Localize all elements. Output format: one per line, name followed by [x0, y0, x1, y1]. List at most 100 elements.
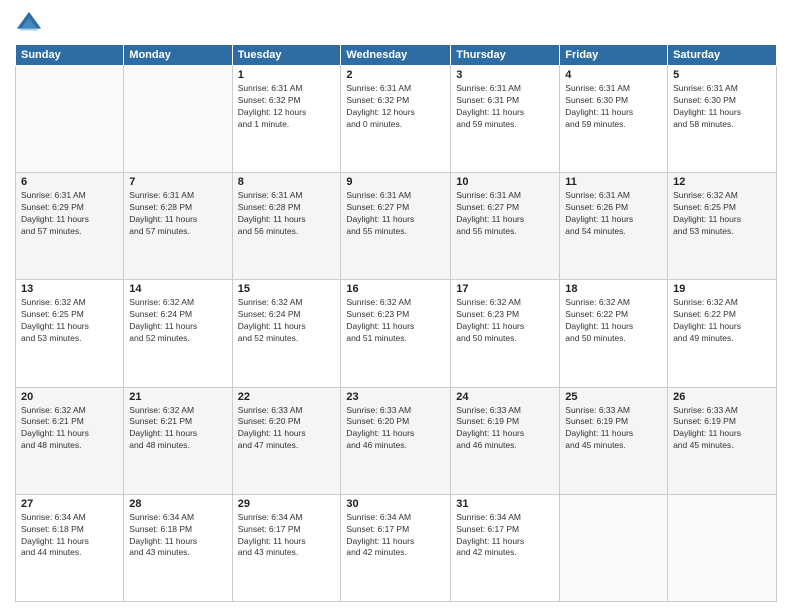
- day-info: Sunrise: 6:34 AM Sunset: 6:17 PM Dayligh…: [238, 512, 336, 560]
- day-number: 12: [673, 176, 771, 188]
- day-cell: 24Sunrise: 6:33 AM Sunset: 6:19 PM Dayli…: [451, 387, 560, 494]
- day-number: 9: [346, 176, 445, 188]
- day-number: 1: [238, 69, 336, 81]
- day-cell: 21 Sunrise: 6:32 AM Sunset: 6:21 PM Dayli…: [124, 387, 232, 494]
- day-info: Sunrise: 6:32 AM Sunset: 6:23 PM Dayligh…: [456, 297, 554, 345]
- day-cell: 14Sunrise: 6:32 AM Sunset: 6:24 PM Dayli…: [124, 280, 232, 387]
- day-info: Sunrise: 6:32 AM Sunset: 6:23 PM Dayligh…: [346, 297, 445, 345]
- day-info: Sunrise: 6:34 AM Sunset: 6:17 PM Dayligh…: [456, 512, 554, 560]
- day-number: 23: [346, 391, 445, 403]
- weekday-header-row: SundayMondayTuesdayWednesdayThursdayFrid…: [16, 45, 777, 66]
- day-cell: 7Sunrise: 6:31 AM Sunset: 6:28 PM Daylig…: [124, 173, 232, 280]
- day-cell: 16 Sunrise: 6:32 AM Sunset: 6:23 PM Dayli…: [341, 280, 451, 387]
- page: SundayMondayTuesdayWednesdayThursdayFrid…: [0, 0, 792, 612]
- week-row-2: 6Sunrise: 6:31 AM Sunset: 6:29 PM Daylig…: [16, 173, 777, 280]
- day-info: Sunrise: 6:33 AM Sunset: 6:19 PM Dayligh…: [565, 405, 662, 453]
- day-info: Sunrise: 6:33 AM Sunset: 6:19 PM Dayligh…: [673, 405, 771, 453]
- weekday-tuesday: Tuesday: [232, 45, 341, 66]
- day-number: 2: [346, 69, 445, 81]
- day-cell: 15 Sunrise: 6:32 AM Sunset: 6:24 PM Dayli…: [232, 280, 341, 387]
- day-info: Sunrise: 6:31 AM Sunset: 6:27 PM Dayligh…: [346, 190, 445, 238]
- day-info: Sunrise: 6:34 AM Sunset: 6:18 PM Dayligh…: [129, 512, 226, 560]
- weekday-thursday: Thursday: [451, 45, 560, 66]
- day-number: 30: [346, 498, 445, 510]
- weekday-saturday: Saturday: [668, 45, 777, 66]
- weekday-monday: Monday: [124, 45, 232, 66]
- day-number: 15: [238, 283, 336, 295]
- day-cell: 6Sunrise: 6:31 AM Sunset: 6:29 PM Daylig…: [16, 173, 124, 280]
- day-info: Sunrise: 6:31 AM Sunset: 6:32 PM Dayligh…: [346, 83, 445, 131]
- day-cell: 4 Sunrise: 6:31 AM Sunset: 6:30 PM Daylig…: [560, 66, 668, 173]
- day-cell: 26 Sunrise: 6:33 AM Sunset: 6:19 PM Dayli…: [668, 387, 777, 494]
- header: [15, 10, 777, 38]
- day-cell: 31 Sunrise: 6:34 AM Sunset: 6:17 PM Dayli…: [451, 494, 560, 601]
- day-number: 8: [238, 176, 336, 188]
- day-cell: 1 Sunrise: 6:31 AM Sunset: 6:32 PM Daylig…: [232, 66, 341, 173]
- day-cell: 19Sunrise: 6:32 AM Sunset: 6:22 PM Dayli…: [668, 280, 777, 387]
- day-number: 5: [673, 69, 771, 81]
- day-number: 28: [129, 498, 226, 510]
- day-number: 10: [456, 176, 554, 188]
- day-number: 24: [456, 391, 554, 403]
- weekday-wednesday: Wednesday: [341, 45, 451, 66]
- logo-icon: [15, 10, 43, 38]
- day-cell: 3 Sunrise: 6:31 AM Sunset: 6:31 PM Daylig…: [451, 66, 560, 173]
- day-info: Sunrise: 6:31 AM Sunset: 6:30 PM Dayligh…: [673, 83, 771, 131]
- day-info: Sunrise: 6:31 AM Sunset: 6:31 PM Dayligh…: [456, 83, 554, 131]
- weekday-friday: Friday: [560, 45, 668, 66]
- day-cell: [560, 494, 668, 601]
- day-info: Sunrise: 6:31 AM Sunset: 6:30 PM Dayligh…: [565, 83, 662, 131]
- day-cell: 13 Sunrise: 6:32 AM Sunset: 6:25 PM Dayli…: [16, 280, 124, 387]
- day-info: Sunrise: 6:33 AM Sunset: 6:20 PM Dayligh…: [346, 405, 445, 453]
- day-info: Sunrise: 6:34 AM Sunset: 6:18 PM Dayligh…: [21, 512, 118, 560]
- day-number: 29: [238, 498, 336, 510]
- day-info: Sunrise: 6:32 AM Sunset: 6:24 PM Dayligh…: [238, 297, 336, 345]
- day-cell: 12Sunrise: 6:32 AM Sunset: 6:25 PM Dayli…: [668, 173, 777, 280]
- day-number: 4: [565, 69, 662, 81]
- week-row-5: 27 Sunrise: 6:34 AM Sunset: 6:18 PM Dayli…: [16, 494, 777, 601]
- day-number: 13: [21, 283, 118, 295]
- day-info: Sunrise: 6:31 AM Sunset: 6:28 PM Dayligh…: [238, 190, 336, 238]
- weekday-sunday: Sunday: [16, 45, 124, 66]
- day-info: Sunrise: 6:31 AM Sunset: 6:27 PM Dayligh…: [456, 190, 554, 238]
- day-info: Sunrise: 6:31 AM Sunset: 6:29 PM Dayligh…: [21, 190, 118, 238]
- day-cell: 30Sunrise: 6:34 AM Sunset: 6:17 PM Dayli…: [341, 494, 451, 601]
- day-number: 3: [456, 69, 554, 81]
- day-cell: 23 Sunrise: 6:33 AM Sunset: 6:20 PM Dayli…: [341, 387, 451, 494]
- day-number: 17: [456, 283, 554, 295]
- day-cell: 18Sunrise: 6:32 AM Sunset: 6:22 PM Dayli…: [560, 280, 668, 387]
- day-cell: 25 Sunrise: 6:33 AM Sunset: 6:19 PM Dayli…: [560, 387, 668, 494]
- day-cell: 28 Sunrise: 6:34 AM Sunset: 6:18 PM Dayli…: [124, 494, 232, 601]
- day-cell: 29 Sunrise: 6:34 AM Sunset: 6:17 PM Dayli…: [232, 494, 341, 601]
- day-cell: 20 Sunrise: 6:32 AM Sunset: 6:21 PM Dayli…: [16, 387, 124, 494]
- day-info: Sunrise: 6:32 AM Sunset: 6:21 PM Dayligh…: [21, 405, 118, 453]
- day-cell: 11 Sunrise: 6:31 AM Sunset: 6:26 PM Dayli…: [560, 173, 668, 280]
- day-info: Sunrise: 6:32 AM Sunset: 6:25 PM Dayligh…: [21, 297, 118, 345]
- day-info: Sunrise: 6:31 AM Sunset: 6:32 PM Dayligh…: [238, 83, 336, 131]
- day-number: 26: [673, 391, 771, 403]
- day-info: Sunrise: 6:31 AM Sunset: 6:28 PM Dayligh…: [129, 190, 226, 238]
- day-cell: 17 Sunrise: 6:32 AM Sunset: 6:23 PM Dayli…: [451, 280, 560, 387]
- day-cell: 2 Sunrise: 6:31 AM Sunset: 6:32 PM Daylig…: [341, 66, 451, 173]
- day-number: 31: [456, 498, 554, 510]
- day-cell: 22Sunrise: 6:33 AM Sunset: 6:20 PM Dayli…: [232, 387, 341, 494]
- calendar-table: SundayMondayTuesdayWednesdayThursdayFrid…: [15, 44, 777, 602]
- day-number: 25: [565, 391, 662, 403]
- day-cell: 27 Sunrise: 6:34 AM Sunset: 6:18 PM Dayli…: [16, 494, 124, 601]
- day-info: Sunrise: 6:31 AM Sunset: 6:26 PM Dayligh…: [565, 190, 662, 238]
- day-number: 21: [129, 391, 226, 403]
- day-info: Sunrise: 6:32 AM Sunset: 6:21 PM Dayligh…: [129, 405, 226, 453]
- day-cell: [124, 66, 232, 173]
- day-info: Sunrise: 6:32 AM Sunset: 6:22 PM Dayligh…: [565, 297, 662, 345]
- day-info: Sunrise: 6:33 AM Sunset: 6:20 PM Dayligh…: [238, 405, 336, 453]
- week-row-4: 20 Sunrise: 6:32 AM Sunset: 6:21 PM Dayli…: [16, 387, 777, 494]
- week-row-1: 1 Sunrise: 6:31 AM Sunset: 6:32 PM Daylig…: [16, 66, 777, 173]
- day-number: 16: [346, 283, 445, 295]
- day-number: 20: [21, 391, 118, 403]
- logo: [15, 10, 47, 38]
- day-number: 27: [21, 498, 118, 510]
- week-row-3: 13 Sunrise: 6:32 AM Sunset: 6:25 PM Dayli…: [16, 280, 777, 387]
- day-cell: [16, 66, 124, 173]
- day-number: 14: [129, 283, 226, 295]
- day-number: 11: [565, 176, 662, 188]
